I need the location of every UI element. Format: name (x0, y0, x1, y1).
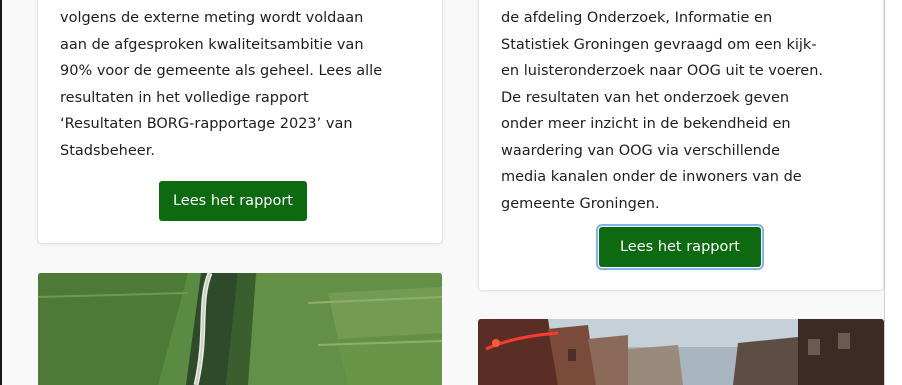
text-line: volgens de externe meting wordt voldaan (60, 10, 364, 26)
text-line: resultaten in het volledige rapport (60, 89, 309, 106)
text-line: media kanalen onder de inwoners van de (501, 169, 802, 185)
vertical-scrollbar[interactable] (884, 0, 902, 385)
window-left-edge (0, 0, 2, 385)
text-line: De resultaten van het onderzoek geven (501, 89, 790, 106)
text-line: Stadsbeheer. (60, 142, 155, 159)
read-report-button[interactable]: Lees het rapport (159, 181, 307, 221)
text-line: onder meer inzicht in de bekendheid en (501, 116, 791, 132)
text-line: en luisteronderzoek naar OOG uit te voer… (501, 63, 823, 79)
article-card-text: volgens de externe meting wordt voldaan … (60, 5, 430, 164)
aerial-farmland-illustration (38, 273, 442, 385)
article-card-text: de afdeling Onderzoek, Informatie en Sta… (501, 5, 871, 217)
read-report-button[interactable]: Lees het rapport (596, 224, 764, 270)
article-card-oog: de afdeling Onderzoek, Informatie en Sta… (478, 0, 884, 291)
text-line: 90% voor de gemeente als geheel. Lees al… (60, 63, 383, 79)
text-line: ‘Resultaten BORG-rapportage 2023’ van (60, 116, 353, 132)
city-street-illustration (478, 319, 884, 385)
article-card-borg: volgens de externe meting wordt voldaan … (37, 0, 443, 244)
city-street-image[interactable] (478, 319, 884, 385)
text-line: waardering van OOG via verschillende (501, 142, 780, 159)
text-line: de afdeling Onderzoek, Informatie en (501, 10, 773, 26)
text-line: aan de afgesproken kwaliteitsambitie van (60, 36, 364, 53)
text-line: gemeente Groningen. (501, 195, 660, 212)
text-line: Statistiek Groningen gevraagd om een kij… (501, 36, 817, 53)
aerial-farmland-image[interactable] (38, 273, 442, 385)
